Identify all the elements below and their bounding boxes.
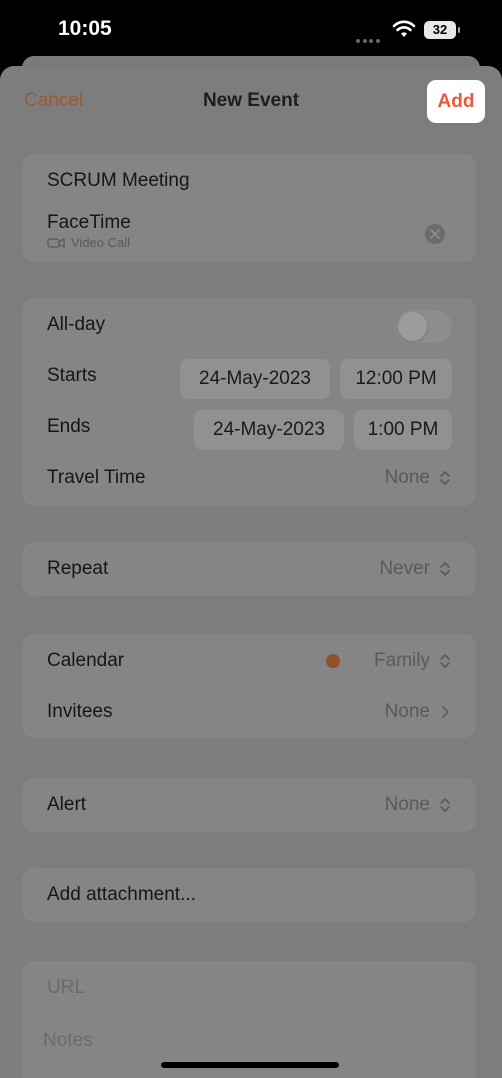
- battery-icon: 32: [424, 21, 460, 39]
- allday-label: All-day: [47, 314, 106, 335]
- chevron-up-down-icon: [440, 562, 450, 576]
- ends-time-button[interactable]: 1:00 PM: [354, 410, 452, 450]
- repeat-card: Repeat Never: [22, 542, 476, 596]
- notes-input[interactable]: Notes: [43, 1030, 93, 1052]
- alert-value: None: [384, 794, 430, 815]
- repeat-value: Never: [379, 558, 430, 579]
- location-field[interactable]: FaceTime Video Call: [47, 212, 447, 256]
- url-input[interactable]: URL: [47, 977, 85, 999]
- calendar-value: Family: [374, 650, 430, 671]
- chevron-up-down-icon: [440, 471, 450, 485]
- ends-label: Ends: [47, 416, 91, 437]
- alert-card: Alert None: [22, 778, 476, 832]
- ends-row: Ends 24-May-2023 1:00 PM: [47, 402, 452, 452]
- title-input[interactable]: SCRUM Meeting: [47, 156, 190, 206]
- new-event-sheet: Cancel New Event Add SCRUM Meeting FaceT…: [0, 66, 502, 1078]
- calendar-row[interactable]: Calendar Family: [47, 636, 452, 686]
- status-bar: 10:05 32: [0, 0, 502, 60]
- dates-card: All-day Starts 24-May-2023 12:00 PM Ends…: [22, 298, 476, 506]
- clear-icon[interactable]: [425, 224, 445, 244]
- add-attachment-button[interactable]: Add attachment...: [47, 870, 196, 920]
- invitees-label: Invitees: [47, 701, 113, 722]
- starts-label: Starts: [47, 365, 97, 386]
- chevron-up-down-icon: [440, 654, 450, 668]
- calendar-label: Calendar: [47, 650, 125, 671]
- starts-row: Starts 24-May-2023 12:00 PM: [47, 351, 452, 401]
- url-notes-card: URL Notes: [22, 961, 476, 1078]
- cellular-signal-icon: [356, 30, 382, 43]
- add-button[interactable]: Add: [427, 80, 485, 123]
- calendar-color-dot: [326, 654, 340, 668]
- attachment-card: Add attachment...: [22, 868, 476, 922]
- allday-row: All-day: [47, 300, 452, 350]
- add-attachment-row[interactable]: Add attachment...: [47, 870, 452, 920]
- nav-bar: Cancel New Event Add: [0, 66, 502, 136]
- invitees-value: None: [384, 701, 430, 722]
- wifi-icon: [392, 20, 416, 37]
- location-input[interactable]: FaceTime: [47, 212, 131, 234]
- starts-time-button[interactable]: 12:00 PM: [340, 359, 452, 399]
- chevron-up-down-icon: [440, 798, 450, 812]
- chevron-right-icon: [442, 706, 449, 718]
- title-field[interactable]: SCRUM Meeting: [47, 156, 452, 206]
- repeat-row[interactable]: Repeat Never: [47, 544, 452, 594]
- invitees-row[interactable]: Invitees None: [47, 687, 452, 737]
- allday-toggle[interactable]: [396, 310, 452, 343]
- video-camera-icon: [47, 237, 65, 249]
- status-time: 10:05: [58, 17, 112, 40]
- calendar-card: Calendar Family Invitees None: [22, 634, 476, 738]
- title-location-card: SCRUM Meeting FaceTime Video Call: [22, 154, 476, 262]
- repeat-label: Repeat: [47, 558, 109, 579]
- ends-date-button[interactable]: 24-May-2023: [194, 410, 344, 450]
- travel-time-label: Travel Time: [47, 467, 146, 488]
- starts-date-button[interactable]: 24-May-2023: [180, 359, 330, 399]
- location-subtitle: Video Call: [71, 235, 131, 250]
- alert-row[interactable]: Alert None: [47, 780, 452, 830]
- alert-label: Alert: [47, 794, 87, 815]
- home-indicator: [161, 1062, 339, 1068]
- travel-time-row[interactable]: Travel Time None: [47, 453, 452, 503]
- travel-time-value: None: [384, 467, 430, 488]
